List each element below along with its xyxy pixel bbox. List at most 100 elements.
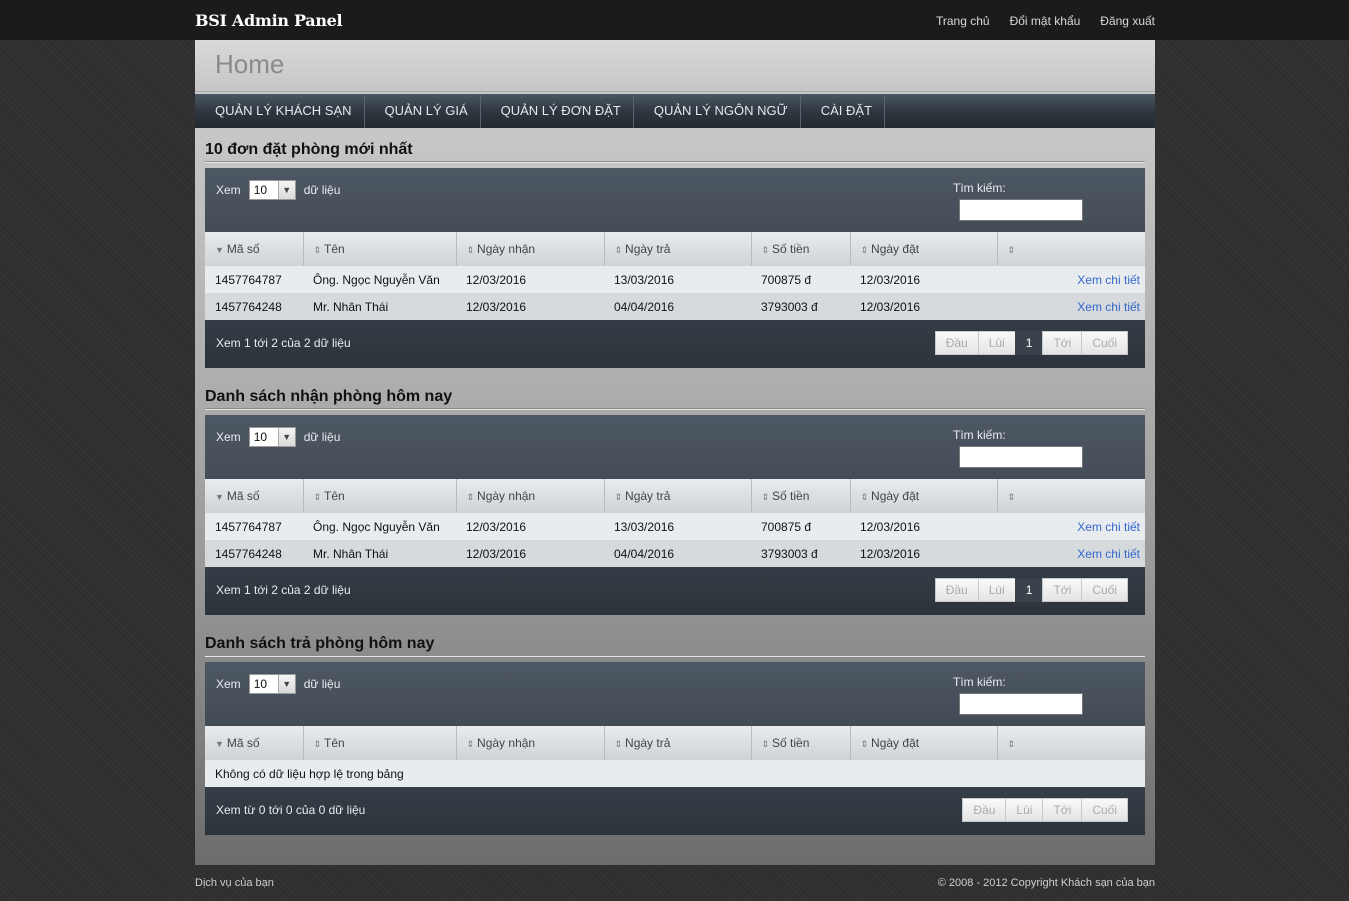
nav-language-management[interactable]: QUẢN LÝ NGÔN NGỮ bbox=[634, 94, 801, 128]
table-cell-action: Xem chi tiết bbox=[997, 540, 1145, 567]
column-header-label: Ngày nhận bbox=[477, 242, 536, 256]
pager-next-button[interactable]: Tới bbox=[1042, 578, 1083, 602]
sort-icon: ⇕ bbox=[761, 245, 770, 255]
page-size-select[interactable]: 10 ▼ bbox=[248, 427, 296, 447]
table-toolbar: Xem 10 ▼ dữ liệu Tìm kiếm: bbox=[205, 415, 1145, 479]
column-header[interactable]: ⇕ Tên bbox=[303, 479, 457, 513]
column-header-label: Ngày đặt bbox=[871, 489, 920, 503]
column-header[interactable]: ⇕ Số tiền bbox=[751, 726, 851, 760]
table-cell: 04/04/2016 bbox=[604, 540, 751, 567]
table-row: 1457764248 Mr. Nhân Thái 12/03/2016 04/04/2… bbox=[205, 293, 1145, 320]
records-label: dữ liệu bbox=[303, 430, 341, 444]
section-title: Danh sách trả phòng hôm nay bbox=[205, 632, 1145, 656]
column-header-label: Ngày nhận bbox=[477, 736, 536, 750]
table-cell: 1457764248 bbox=[205, 293, 303, 320]
nav-hotel-management[interactable]: QUẢN LÝ KHÁCH SẠN bbox=[195, 94, 365, 128]
table-row: 1457764787 Ông. Ngọc Nguyễn Văn 12/03/2016… bbox=[205, 266, 1145, 293]
column-header[interactable]: ▼ Mã số bbox=[205, 479, 304, 513]
search-label: Tìm kiếm: bbox=[953, 181, 1006, 195]
view-detail-link[interactable]: Xem chi tiết bbox=[1077, 273, 1140, 287]
section-1: Danh sách nhận phòng hôm nay Xem 10 ▼ dữ liệ… bbox=[205, 385, 1145, 615]
column-header[interactable]: ⇕ Ngày đặt bbox=[850, 726, 998, 760]
length-control: Xem 10 ▼ dữ liệu bbox=[216, 427, 340, 447]
column-header[interactable]: ⇕ Ngày đặt bbox=[850, 232, 998, 266]
table-cell: 12/03/2016 bbox=[850, 540, 997, 567]
search-label: Tìm kiếm: bbox=[953, 428, 1006, 442]
length-control: Xem 10 ▼ dữ liệu bbox=[216, 180, 340, 200]
view-detail-link[interactable]: Xem chi tiết bbox=[1077, 300, 1140, 314]
table-row: 1457764787 Ông. Ngọc Nguyễn Văn 12/03/2016… bbox=[205, 513, 1145, 540]
brand-logo[interactable]: BSI Admin Panel bbox=[195, 11, 343, 30]
search-input[interactable] bbox=[959, 693, 1083, 715]
data-table: Xem 10 ▼ dữ liệu Tìm kiếm: ▼ Mã số ⇕ Tên ⇕ Ngày nh… bbox=[205, 415, 1145, 615]
nav-price-management[interactable]: QUẢN LÝ GIÁ bbox=[365, 94, 481, 128]
column-header[interactable]: ⇕ Ngày trả bbox=[604, 232, 752, 266]
column-header[interactable]: ▼ Mã số bbox=[205, 232, 304, 266]
search-input[interactable] bbox=[959, 446, 1083, 468]
pager-first-button[interactable]: Đầu bbox=[934, 578, 979, 602]
records-label: dữ liệu bbox=[303, 183, 341, 197]
table-footer: Xem 1 tới 2 của 2 dữ liệu Đầu Lùi 1 Tới Cuối bbox=[205, 567, 1145, 615]
page-size-select[interactable]: 10 ▼ bbox=[248, 180, 296, 200]
column-header-label: Ngày trả bbox=[625, 489, 671, 503]
table-toolbar: Xem 10 ▼ dữ liệu Tìm kiếm: bbox=[205, 662, 1145, 726]
nav-order-management[interactable]: QUẢN LÝ ĐƠN ĐẶT bbox=[481, 94, 634, 128]
sort-icon: ⇕ bbox=[860, 245, 869, 255]
length-control: Xem 10 ▼ dữ liệu bbox=[216, 674, 340, 694]
column-header-label: Ngày trả bbox=[625, 736, 671, 750]
chevron-down-icon: ▼ bbox=[277, 181, 295, 199]
page-header: Home bbox=[195, 40, 1155, 92]
pager-prev-button[interactable]: Lùi bbox=[1005, 798, 1044, 822]
column-header[interactable]: ⇕ Ngày trả bbox=[604, 726, 752, 760]
sort-icon: ⇕ bbox=[1007, 739, 1016, 749]
column-header[interactable]: ⇕ bbox=[997, 232, 1145, 266]
pager-last-button[interactable]: Cuối bbox=[1081, 798, 1128, 822]
column-header[interactable]: ⇕ Ngày trả bbox=[604, 479, 752, 513]
pager-prev-button[interactable]: Lùi bbox=[977, 331, 1016, 355]
column-header[interactable]: ⇕ Số tiền bbox=[751, 479, 851, 513]
column-header[interactable]: ⇕ Tên bbox=[303, 232, 457, 266]
pager-first-button[interactable]: Đầu bbox=[962, 798, 1007, 822]
sort-icon: ⇕ bbox=[313, 739, 322, 749]
column-header[interactable]: ⇕ Ngày đặt bbox=[850, 479, 998, 513]
column-header[interactable]: ⇕ Ngày nhận bbox=[456, 479, 605, 513]
search-label: Tìm kiếm: bbox=[953, 675, 1006, 689]
table-cell: 700875 đ bbox=[751, 513, 850, 540]
pager-next-button[interactable]: Tới bbox=[1042, 798, 1083, 822]
table-cell: 12/03/2016 bbox=[456, 513, 604, 540]
pager-first-button[interactable]: Đầu bbox=[934, 331, 979, 355]
top-link-change-password[interactable]: Đổi mật khẩu bbox=[1010, 14, 1081, 28]
sort-icon: ⇕ bbox=[614, 492, 623, 502]
view-detail-link[interactable]: Xem chi tiết bbox=[1077, 547, 1140, 561]
nav-settings[interactable]: CÀI ĐẶT bbox=[801, 94, 886, 128]
page-size-value: 10 bbox=[253, 677, 268, 691]
sort-icon: ⇕ bbox=[614, 245, 623, 255]
search-input[interactable] bbox=[959, 199, 1083, 221]
top-link-logout[interactable]: Đăng xuất bbox=[1100, 14, 1155, 28]
column-header[interactable]: ⇕ Tên bbox=[303, 726, 457, 760]
column-header[interactable]: ▼ Mã số bbox=[205, 726, 304, 760]
section-title: 10 đơn đặt phòng mới nhất bbox=[205, 138, 1145, 162]
pager-next-button[interactable]: Tới bbox=[1042, 331, 1083, 355]
column-header[interactable]: ⇕ bbox=[997, 726, 1145, 760]
column-header[interactable]: ⇕ Ngày nhận bbox=[456, 232, 605, 266]
pager-page-button[interactable]: 1 bbox=[1014, 578, 1044, 602]
table-cell: 12/03/2016 bbox=[456, 540, 604, 567]
view-detail-link[interactable]: Xem chi tiết bbox=[1077, 520, 1140, 534]
table-cell: 13/03/2016 bbox=[604, 513, 751, 540]
top-link-home[interactable]: Trang chủ bbox=[936, 14, 990, 28]
table-cell: 12/03/2016 bbox=[850, 266, 997, 293]
column-header-label: Ngày đặt bbox=[871, 736, 920, 750]
table-footer: Xem từ 0 tới 0 của 0 dữ liệu Đầu Lùi Tới Cuố… bbox=[205, 787, 1145, 835]
pager-prev-button[interactable]: Lùi bbox=[977, 578, 1016, 602]
main-container: Home QUẢN LÝ KHÁCH SẠN QUẢN LÝ GIÁ QUẢN … bbox=[195, 40, 1155, 865]
pager-page-button[interactable]: 1 bbox=[1014, 331, 1044, 355]
pager-last-button[interactable]: Cuối bbox=[1081, 578, 1128, 602]
column-header[interactable]: ⇕ Số tiền bbox=[751, 232, 851, 266]
pager-last-button[interactable]: Cuối bbox=[1081, 331, 1128, 355]
footer-copyright: © 2008 - 2012 Copyright Khách sạn của bạ… bbox=[937, 877, 1155, 889]
page-size-select[interactable]: 10 ▼ bbox=[248, 674, 296, 694]
column-header[interactable]: ⇕ bbox=[997, 479, 1145, 513]
column-header[interactable]: ⇕ Ngày nhận bbox=[456, 726, 605, 760]
sort-icon: ⇕ bbox=[761, 492, 770, 502]
